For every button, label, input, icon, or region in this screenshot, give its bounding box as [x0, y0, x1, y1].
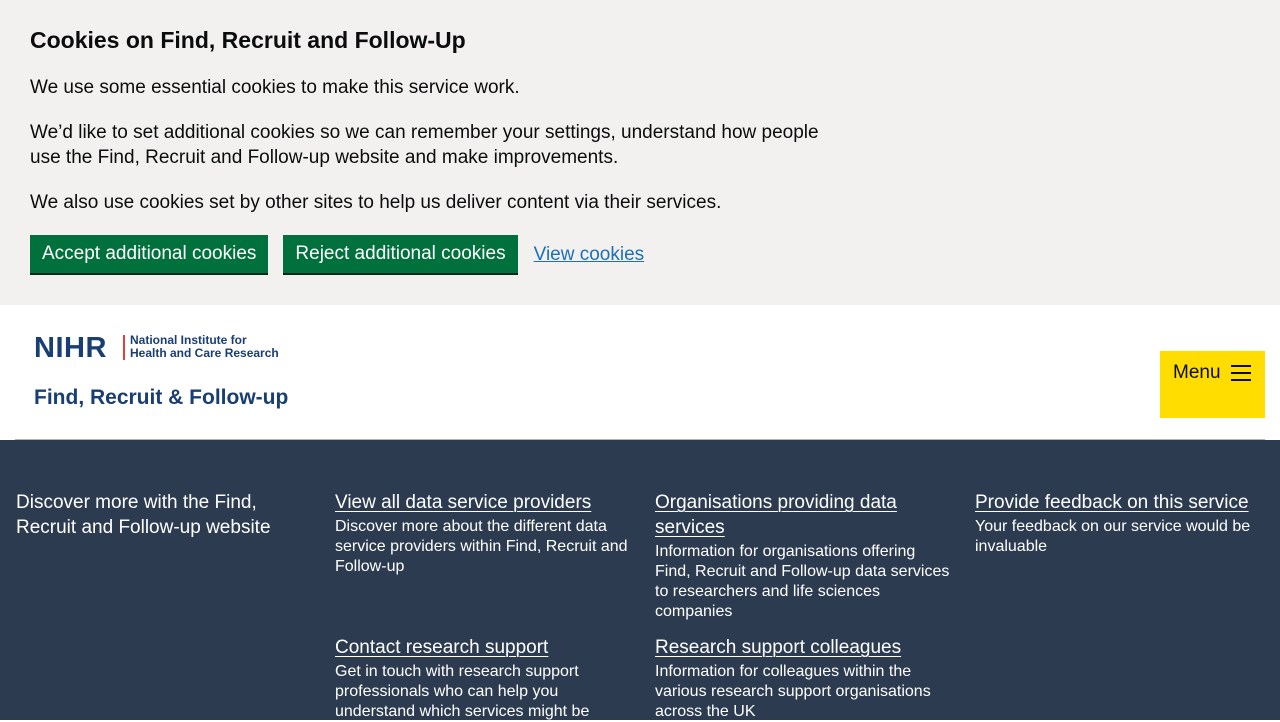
- logo-org-line-2: Health and Care Research: [130, 346, 279, 360]
- cookie-additional-text: We’d like to set additional cookies so w…: [30, 122, 819, 168]
- logo-org-name: National Institute for Health and Care R…: [130, 334, 290, 360]
- card-link[interactable]: Research support colleagues: [655, 637, 901, 658]
- card-description: Information for organisations offering F…: [655, 543, 950, 620]
- card-organisations-providing: Organisations providing data services In…: [655, 490, 950, 622]
- card-provide-feedback: Provide feedback on this service Your fe…: [975, 490, 1270, 557]
- discover-section: Discover more with the Find, Recruit and…: [0, 440, 1280, 720]
- logo-divider: [123, 335, 125, 360]
- nihr-logo-wordmark: NIHR: [34, 332, 107, 364]
- service-name: Find, Recruit & Follow-up: [34, 386, 289, 409]
- menu-button[interactable]: Menu: [1160, 351, 1265, 418]
- cookie-third-party-text: We also use cookies set by other sites t…: [30, 192, 722, 213]
- reject-cookies-button[interactable]: Reject additional cookies: [283, 235, 518, 275]
- card-link[interactable]: Organisations providing data services: [655, 492, 897, 538]
- menu-label: Menu: [1173, 362, 1221, 383]
- card-contact-research-support: Contact research support Get in touch wi…: [335, 635, 630, 722]
- cookie-banner-title: Cookies on Find, Recruit and Follow-Up: [30, 27, 466, 53]
- card-link[interactable]: Provide feedback on this service: [975, 492, 1249, 513]
- cookie-essential-text: We use some essential cookies to make th…: [30, 77, 520, 98]
- card-research-support-colleagues: Research support colleagues Information …: [655, 635, 950, 722]
- card-description: Your feedback on our service would be in…: [975, 518, 1251, 555]
- view-cookies-link[interactable]: View cookies: [534, 244, 645, 266]
- card-link[interactable]: View all data service providers: [335, 492, 591, 513]
- hamburger-icon: [1230, 365, 1251, 381]
- cookie-actions: Accept additional cookies Reject additio…: [30, 235, 644, 275]
- card-description: Discover more about the different data s…: [335, 518, 628, 575]
- card-description: Information for colleagues within the va…: [655, 663, 931, 720]
- card-link[interactable]: Contact research support: [335, 637, 548, 658]
- accept-cookies-button[interactable]: Accept additional cookies: [30, 235, 269, 275]
- logo-org-line-1: National Institute for: [130, 333, 247, 347]
- nihr-logo[interactable]: NIHR National Institute for Health and C…: [34, 332, 288, 415]
- discover-intro: Discover more with the Find, Recruit and…: [16, 492, 271, 538]
- site-header: NIHR National Institute for Health and C…: [0, 305, 1280, 440]
- card-data-service-providers: View all data service providers Discover…: [335, 490, 630, 577]
- cookie-banner: Cookies on Find, Recruit and Follow-Up W…: [0, 0, 1280, 305]
- card-description: Get in touch with research support profe…: [335, 663, 590, 720]
